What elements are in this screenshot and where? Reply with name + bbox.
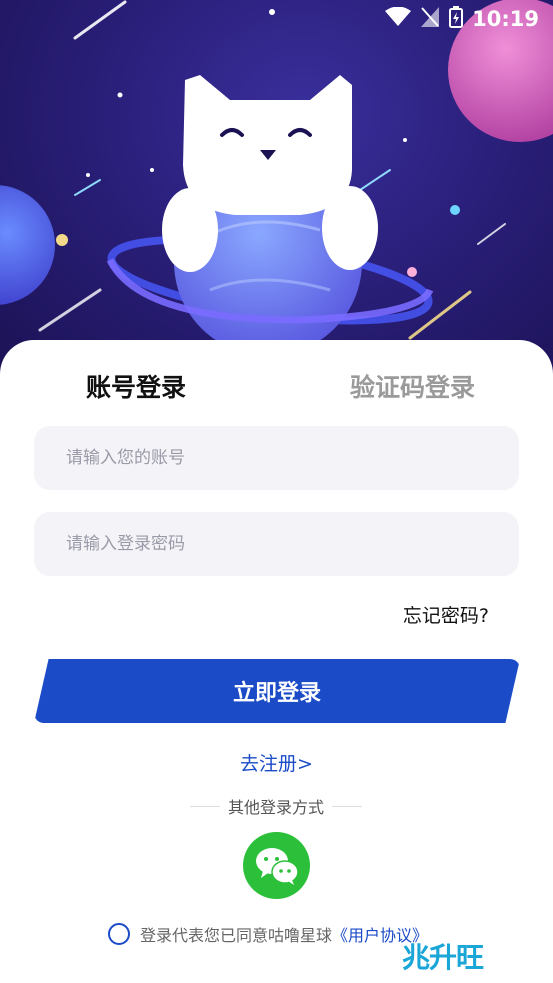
status-icons: [385, 6, 463, 28]
battery-icon: [449, 6, 463, 28]
space-cat-illustration: [0, 0, 553, 356]
register-link[interactable]: 去注册>: [0, 749, 553, 776]
status-time: 10:19: [472, 7, 539, 31]
other-login-divider: 其他登录方式: [190, 794, 363, 818]
tab-code-login[interactable]: 验证码登录: [350, 368, 475, 404]
hero-illustration: [0, 0, 553, 380]
wechat-login-button[interactable]: [243, 832, 310, 899]
agreement-radio[interactable]: [108, 923, 130, 945]
agreement-prefix: 登录代表您已同意咕噜星球: [140, 926, 333, 945]
divider-line: [190, 805, 220, 807]
account-input[interactable]: [34, 426, 519, 490]
divider-line: [332, 805, 363, 807]
other-login-label: 其他登录方式: [228, 798, 325, 817]
login-button[interactable]: 立即登录: [34, 659, 520, 723]
no-signal-icon: [421, 7, 439, 27]
wifi-icon: [385, 7, 411, 26]
watermark-logo: 兆升旺: [402, 941, 484, 974]
tab-account-login[interactable]: 账号登录: [86, 368, 186, 404]
agreement-row: 登录代表您已同意咕噜星球《用户协议》: [108, 922, 428, 946]
password-input[interactable]: [34, 512, 519, 576]
forgot-password-link[interactable]: 忘记密码?: [403, 601, 489, 628]
wechat-icon: [255, 847, 299, 885]
agreement-text: 登录代表您已同意咕噜星球《用户协议》: [140, 922, 428, 946]
status-bar: 10:19: [0, 0, 553, 36]
